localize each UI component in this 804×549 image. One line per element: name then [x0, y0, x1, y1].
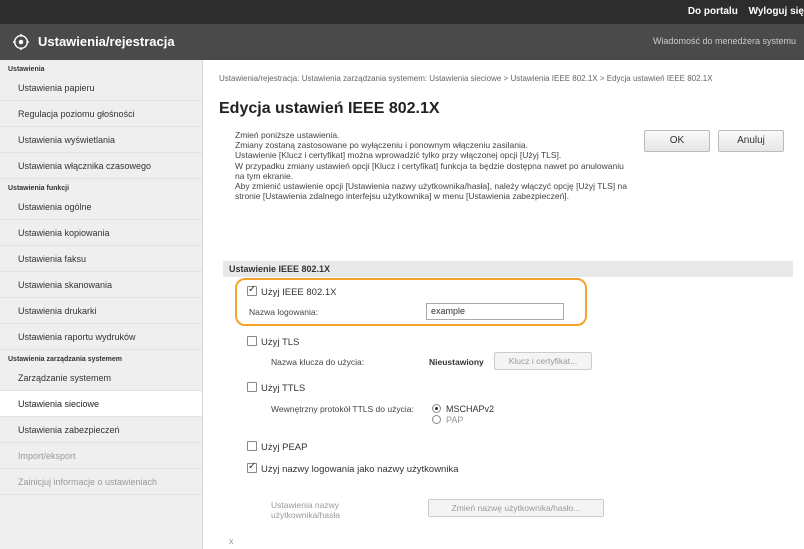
settings-gear-icon: [12, 33, 30, 51]
pap-radio[interactable]: [432, 415, 441, 424]
change-user-pass-button[interactable]: Zmień nazwę użytkownika/hasło...: [428, 499, 604, 517]
sidebar-item-print-report[interactable]: Ustawienia raportu wydruków: [0, 324, 202, 350]
instruction-line: W przypadku zmiany ustawień opcji [Klucz…: [235, 160, 624, 181]
sidebar-item-import-export[interactable]: Import/eksport: [0, 443, 202, 469]
use-peap-row: Użyj PEAP: [247, 441, 307, 453]
use-ieee-label: Użyj IEEE 802.1X: [261, 287, 337, 298]
ttls-option-mschapv2[interactable]: MSCHAPv2: [432, 404, 494, 414]
sidebar-item-system-management[interactable]: Zarządzanie systemem: [0, 365, 202, 391]
use-tls-row: Użyj TLS: [247, 336, 299, 348]
instructions: Zmień poniższe ustawienia. Zmiany zostan…: [235, 130, 635, 201]
logout-link[interactable]: Wyloguj się: [749, 6, 804, 17]
use-ttls-checkbox[interactable]: [247, 382, 257, 392]
instruction-line: Ustawienie [Klucz i certyfikat] można wp…: [235, 150, 562, 161]
instruction-line: Zmień poniższe ustawienia.: [235, 130, 340, 140]
use-peap-label: Użyj PEAP: [261, 442, 308, 453]
sidebar-heading: Ustawienia zarządzania systemem: [8, 356, 122, 363]
sidebar-heading: Ustawienia funkcji: [8, 185, 70, 192]
use-ieee-checkbox[interactable]: [247, 284, 257, 296]
use-tls-label: Użyj TLS: [261, 337, 300, 348]
top-bar: Do portalu Wyloguj się: [0, 0, 804, 24]
use-login-as-user-row: Użyj nazwy logowania jako nazwy użytkown…: [247, 461, 467, 475]
use-ttls-row: Użyj TTLS: [247, 382, 305, 394]
sidebar-item-init-settings[interactable]: Zainicjuj informacje o ustawieniach: [0, 469, 202, 495]
sidebar-item-timer[interactable]: Ustawienia włącznika czasowego: [0, 153, 202, 179]
use-tls-checkbox[interactable]: [247, 336, 257, 346]
ok-button[interactable]: OK: [644, 130, 710, 152]
sidebar: Ustawienia Ustawienia papieru Regulacja …: [0, 60, 203, 549]
sidebar-item-display[interactable]: Ustawienia wyświetlania: [0, 127, 202, 153]
use-ttls-label: Użyj TTLS: [261, 383, 306, 394]
key-cert-button[interactable]: Klucz i certyfikat...: [494, 352, 592, 370]
key-name-label: Nazwa klucza do użycia:: [271, 357, 365, 367]
instruction-line: Zmiany zostaną zastosowane po wyłączeniu…: [235, 140, 528, 151]
sidebar-item-volume[interactable]: Regulacja poziomu głośności: [0, 101, 202, 127]
ttls-option-pap[interactable]: PAP: [432, 415, 463, 425]
key-name-value: Nieustawiony: [429, 357, 484, 367]
sidebar-item-printer[interactable]: Ustawienia drukarki: [0, 298, 202, 324]
title-bar: Ustawienia/rejestracja Wiadomość do mene…: [0, 24, 804, 60]
sidebar-item-network[interactable]: Ustawienia sieciowe: [0, 391, 202, 417]
instruction-line: Aby zmienić ustawienie opcji [Ustawienia…: [235, 181, 627, 202]
ttls-protocol-label: Wewnętrzny protokół TTLS do użycia:: [271, 404, 414, 414]
mschapv2-radio[interactable]: [432, 404, 441, 413]
user-pass-settings-label: Ustawienia nazwy użytkownika/hasła: [271, 500, 340, 520]
page-title: Edycja ustawień IEEE 802.1X: [219, 100, 440, 117]
admin-message-link[interactable]: Wiadomość do menedżera systemu: [653, 36, 796, 46]
login-name-input[interactable]: example: [426, 303, 564, 320]
sidebar-item-fax[interactable]: Ustawienia faksu: [0, 246, 202, 272]
portal-link[interactable]: Do portalu: [688, 6, 738, 17]
sidebar-item-copy[interactable]: Ustawienia kopiowania: [0, 220, 202, 246]
main-content: Ustawienia/rejestracja: Ustawienia zarzą…: [213, 60, 804, 549]
top-links: Do portalu Wyloguj się: [680, 6, 804, 17]
use-ieee-row: Użyj IEEE 802.1X: [247, 284, 337, 298]
use-login-as-user-label: Użyj nazwy logowania jako nazwy użytkown…: [261, 464, 459, 475]
sidebar-item-paper[interactable]: Ustawienia papieru: [0, 75, 202, 101]
pap-label: PAP: [446, 415, 464, 425]
use-peap-checkbox[interactable]: [247, 441, 257, 451]
login-name-label: Nazwa logowania:: [249, 307, 318, 317]
sidebar-item-scan[interactable]: Ustawienia skanowania: [0, 272, 202, 298]
mschapv2-label: MSCHAPv2: [446, 404, 495, 414]
section-heading: Ustawienie IEEE 802.1X: [223, 261, 793, 277]
use-login-as-user-checkbox[interactable]: [247, 461, 257, 473]
sidebar-heading: Ustawienia: [8, 66, 45, 73]
sidebar-item-general[interactable]: Ustawienia ogólne: [0, 194, 202, 220]
cancel-button[interactable]: Anuluj: [718, 130, 784, 152]
footer-mark: x: [229, 536, 234, 546]
breadcrumb: Ustawienia/rejestracja: Ustawienia zarzą…: [219, 74, 713, 83]
app-title: Ustawienia/rejestracja: [38, 34, 175, 49]
sidebar-item-security[interactable]: Ustawienia zabezpieczeń: [0, 417, 202, 443]
